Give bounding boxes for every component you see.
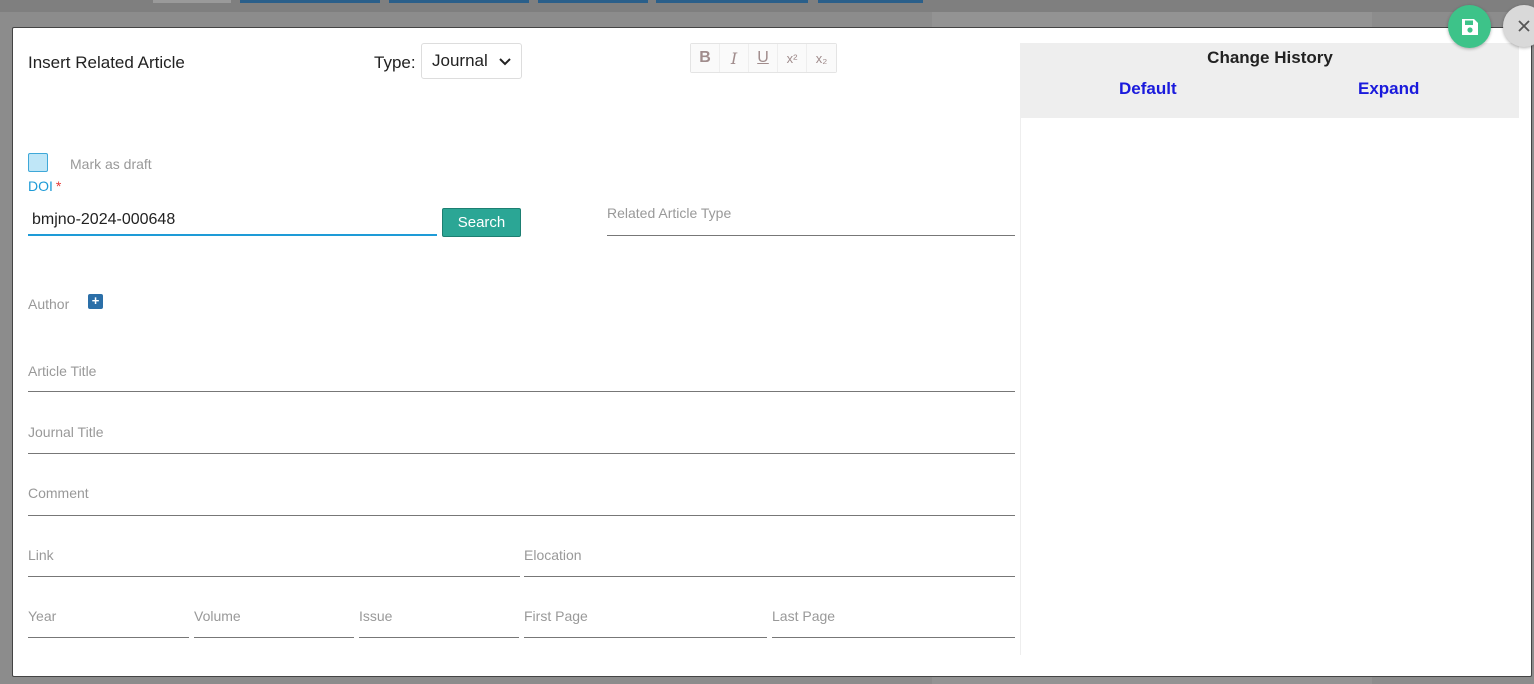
change-history-title: Change History: [1207, 48, 1333, 67]
doi-input[interactable]: [28, 206, 437, 236]
search-button[interactable]: Search: [442, 208, 521, 237]
first-page-label: First Page: [524, 608, 588, 624]
backdrop-button: [389, 0, 529, 3]
comment-field[interactable]: Comment: [28, 481, 1015, 516]
italic-button[interactable]: I: [720, 44, 749, 72]
save-icon: [1461, 18, 1478, 35]
chevron-down-icon: [499, 58, 511, 66]
journal-title-label: Journal Title: [28, 424, 104, 440]
dialog-title: Insert Related Article: [28, 53, 185, 72]
related-article-type-label: Related Article Type: [607, 205, 732, 221]
insert-related-article-dialog: Insert Related Article Type: Journal B I…: [12, 27, 1532, 677]
elocation-label: Elocation: [524, 547, 582, 563]
link-field[interactable]: Link: [28, 543, 520, 577]
volume-field[interactable]: Volume: [194, 604, 354, 638]
expand-link[interactable]: Expand: [1358, 79, 1419, 99]
underline-button[interactable]: U: [749, 44, 778, 72]
superscript-button[interactable]: x²: [778, 44, 807, 72]
change-history-panel: Change History Default Expand: [1020, 43, 1519, 655]
elocation-field[interactable]: Elocation: [524, 543, 1015, 577]
year-label: Year: [28, 608, 57, 624]
last-page-field[interactable]: Last Page: [772, 604, 1015, 638]
doi-label: DOI *: [28, 178, 61, 194]
backdrop-button: [240, 0, 380, 3]
format-toolbar: B I U x² x₂: [690, 43, 837, 73]
journal-title-field[interactable]: Journal Title: [28, 420, 1015, 454]
link-label: Link: [28, 547, 54, 563]
add-author-button[interactable]: +: [88, 294, 103, 309]
first-page-field[interactable]: First Page: [524, 604, 767, 638]
required-marker: *: [55, 178, 62, 194]
default-link[interactable]: Default: [1119, 79, 1177, 99]
backdrop-button: [818, 0, 923, 3]
backdrop-button: [153, 0, 231, 3]
related-article-type-field[interactable]: Related Article Type: [607, 198, 1015, 236]
close-icon: [1518, 20, 1530, 32]
type-select[interactable]: Journal: [421, 43, 522, 79]
issue-field[interactable]: Issue: [359, 604, 519, 638]
comment-label: Comment: [28, 485, 89, 501]
article-title-field[interactable]: Article Title: [28, 358, 1015, 392]
article-title-label: Article Title: [28, 363, 97, 379]
type-label: Type:: [374, 53, 416, 72]
change-history-header: Change History Default Expand: [1021, 43, 1519, 118]
last-page-label: Last Page: [772, 608, 836, 624]
backdrop-button: [538, 0, 648, 3]
doi-label-text: DOI: [28, 178, 53, 194]
type-select-value: Journal: [432, 51, 488, 70]
mark-as-draft-label: Mark as draft: [70, 156, 152, 172]
volume-label: Volume: [194, 608, 241, 624]
backdrop-button: [656, 0, 808, 3]
issue-label: Issue: [359, 608, 393, 624]
year-field[interactable]: Year: [28, 604, 189, 638]
save-button[interactable]: [1448, 5, 1491, 48]
subscript-button[interactable]: x₂: [807, 44, 836, 72]
mark-as-draft-checkbox[interactable]: [28, 153, 48, 172]
bold-button[interactable]: B: [691, 44, 720, 72]
author-label: Author: [28, 296, 70, 312]
